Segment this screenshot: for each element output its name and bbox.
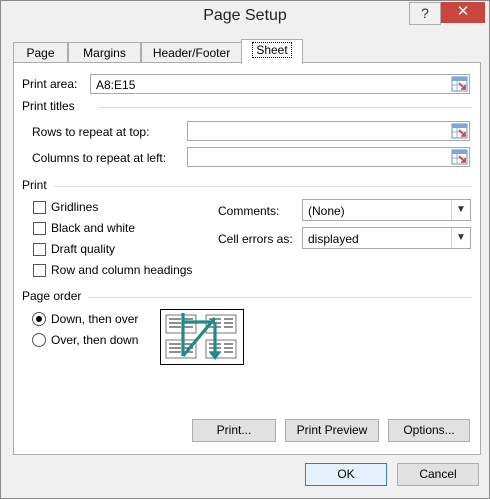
range-selector-icon[interactable] [451, 76, 468, 92]
comments-value: (None) [308, 204, 345, 218]
help-button[interactable]: ? [409, 2, 441, 25]
print-button-label: Print... [216, 423, 252, 437]
gridlines-checkbox[interactable] [33, 201, 46, 214]
headings-label: Row and column headings [51, 263, 193, 277]
separator [54, 186, 472, 187]
ok-button-label: OK [337, 467, 355, 481]
cancel-button[interactable]: Cancel [397, 463, 479, 486]
draft-quality-checkbox[interactable] [33, 243, 46, 256]
page-order-preview-icon [160, 309, 244, 365]
title-bar: Page Setup ? ✕ [1, 1, 489, 32]
black-white-label: Black and white [51, 221, 136, 235]
over-then-down-label: Over, then down [51, 333, 139, 347]
gridlines-label: Gridlines [51, 200, 99, 214]
tab-page[interactable]: Page [13, 42, 68, 63]
close-button[interactable]: ✕ [441, 2, 485, 23]
headings-checkbox[interactable] [33, 264, 46, 277]
range-selector-icon[interactable] [451, 149, 468, 165]
comments-label: Comments: [218, 204, 280, 218]
tab-label: Sheet [252, 42, 292, 58]
rows-repeat-label: Rows to repeat at top: [32, 125, 150, 139]
print-area-value: A8:E15 [96, 78, 136, 92]
separator [98, 107, 472, 108]
print-titles-heading: Print titles [22, 99, 75, 113]
down-then-over-label: Down, then over [51, 312, 139, 326]
over-then-down-radio[interactable] [32, 333, 46, 347]
chevron-down-icon[interactable]: ▼ [451, 200, 470, 220]
tab-label: Page [26, 46, 55, 60]
print-heading: Print [22, 178, 47, 192]
tab-header-footer[interactable]: Header/Footer [141, 42, 242, 63]
comments-select[interactable]: (None) ▼ [302, 199, 471, 221]
cell-errors-select[interactable]: displayed ▼ [302, 227, 471, 249]
range-selector-icon[interactable] [451, 123, 468, 139]
options-button[interactable]: Options... [388, 419, 470, 442]
print-button[interactable]: Print... [192, 419, 276, 442]
draft-quality-label: Draft quality [51, 242, 116, 256]
rows-repeat-field[interactable] [187, 121, 470, 141]
page-order-heading: Page order [22, 289, 82, 303]
tab-margins[interactable]: Margins [68, 42, 141, 63]
sheet-tab-panel: Print area: A8:E15 Print titles Rows to … [13, 62, 481, 455]
tab-sheet[interactable]: Sheet [241, 39, 303, 64]
print-preview-button-label: Print Preview [296, 423, 368, 437]
print-area-label: Print area: [22, 77, 78, 91]
cols-repeat-label: Columns to repeat at left: [32, 151, 167, 165]
black-white-checkbox[interactable] [33, 222, 46, 235]
chevron-down-icon[interactable]: ▼ [451, 228, 470, 248]
print-preview-button[interactable]: Print Preview [285, 419, 379, 442]
page-setup-dialog: Page Setup ? ✕ Page Margins Header/Foote… [0, 0, 490, 499]
cell-errors-label: Cell errors as: [218, 232, 293, 246]
separator [88, 297, 472, 298]
ok-button[interactable]: OK [305, 463, 387, 486]
cell-errors-value: displayed [308, 232, 359, 246]
cancel-button-label: Cancel [419, 467, 457, 481]
options-button-label: Options... [403, 423, 455, 437]
tab-label: Margins [83, 46, 126, 60]
tab-label: Header/Footer [152, 46, 231, 60]
cols-repeat-field[interactable] [187, 147, 470, 167]
print-area-field[interactable]: A8:E15 [90, 74, 470, 94]
down-then-over-radio[interactable] [32, 312, 46, 326]
